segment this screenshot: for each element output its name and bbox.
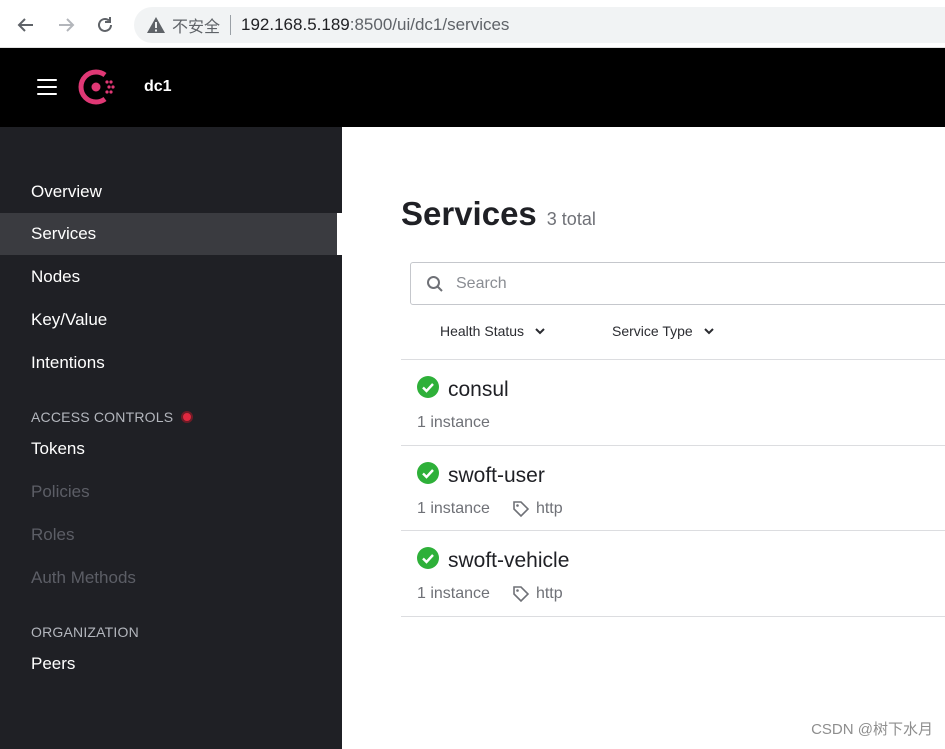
organization-heading: ORGANIZATION [31,624,139,640]
tag-icon [513,586,530,603]
sidebar-item-intentions[interactable]: Intentions [0,342,342,384]
service-meta: 1 instance http [417,500,563,518]
back-button[interactable] [13,12,39,38]
instance-count: 1 instance [417,414,490,431]
health-status-filter[interactable]: Health Status [440,323,546,339]
service-tag: http [535,585,563,602]
arrow-right-icon [59,18,75,32]
service-type-label: Service Type [612,323,693,339]
list-divider [401,616,945,617]
access-controls-heading: ACCESS CONTROLS [31,409,194,425]
address-separator [230,15,232,35]
url-path: :8500/ui/dc1/services [349,15,510,34]
acl-status-dot [181,411,194,423]
url-host: 192.168.5.189 [241,15,350,34]
sidebar: Overview Services Nodes Key/Value Intent… [0,127,342,749]
instance-count: 1 instance [417,585,490,602]
page-title: Services 3 total [401,195,596,233]
browser-toolbar: 不安全 192.168.5.189 :8500/ui/dc1/services [0,0,945,48]
address-bar[interactable]: 不安全 192.168.5.189 :8500/ui/dc1/services [134,7,945,43]
service-name[interactable]: swoft-vehicle [448,549,569,573]
service-tag: http [535,500,563,517]
access-controls-label: ACCESS CONTROLS [31,409,174,425]
service-name[interactable]: consul [448,378,509,402]
tag-icon [513,501,530,518]
search-input[interactable] [456,274,856,293]
service-row[interactable]: swoft-user 1 instance http [401,446,945,531]
service-name[interactable]: swoft-user [448,464,545,488]
sidebar-item-services[interactable]: Services [0,213,342,255]
passing-check-icon [417,547,439,569]
menu-icon[interactable] [37,79,57,95]
consul-logo-icon[interactable] [78,69,116,105]
sidebar-item-nodes[interactable]: Nodes [0,256,342,298]
chevron-down-icon [703,328,714,335]
arrow-left-icon [17,18,33,32]
service-meta: 1 instance http [417,585,563,603]
forward-button[interactable] [53,12,79,38]
reload-button[interactable] [92,12,118,38]
main-content: Services 3 total Health Status Service T… [342,127,945,749]
app-header: dc1 [0,48,945,127]
insecure-label: 不安全 [172,19,221,36]
passing-check-icon [417,462,439,484]
search-icon [427,275,443,292]
sidebar-item-key-value[interactable]: Key/Value [0,299,342,341]
instance-count: 1 instance [417,500,490,517]
sidebar-item-policies: Policies [31,482,90,501]
health-status-label: Health Status [440,323,525,339]
sidebar-item-peers[interactable]: Peers [0,643,342,685]
page-title-text: Services [401,195,537,232]
sidebar-item-overview[interactable]: Overview [0,171,342,213]
service-row[interactable]: consul 1 instance [401,360,945,445]
service-count: 3 total [546,209,596,229]
search-box[interactable] [410,262,945,305]
sidebar-item-tokens[interactable]: Tokens [0,428,342,470]
sidebar-item-roles: Roles [31,525,75,544]
service-meta: 1 instance [417,414,490,432]
datacenter-label[interactable]: dc1 [144,78,172,96]
chevron-down-icon [535,328,545,335]
service-row[interactable]: swoft-vehicle 1 instance http [401,531,945,616]
csdn-watermark: CSDN @树下水月 [811,721,933,738]
warning-icon [147,17,165,33]
reload-icon [98,17,112,32]
sidebar-item-auth-methods: Auth Methods [31,568,136,587]
service-type-filter[interactable]: Service Type [612,323,715,339]
passing-check-icon [417,376,439,398]
